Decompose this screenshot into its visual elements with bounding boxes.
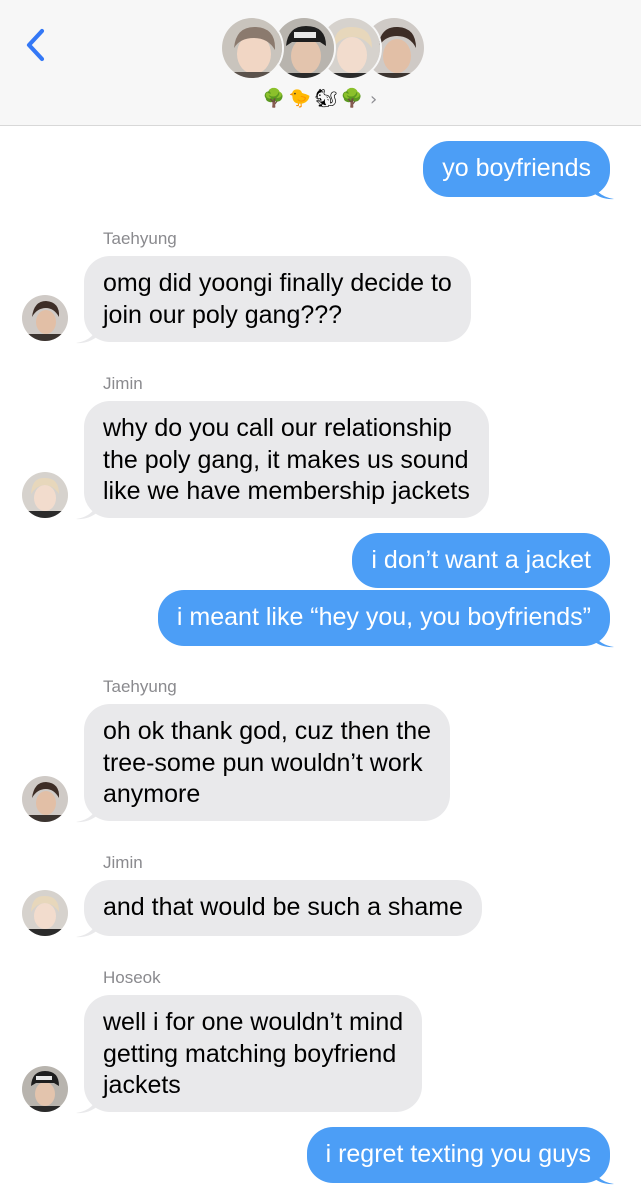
incoming-message[interactable]: omg did yoongi finally decide to join ou… [84,256,471,342]
message-text: i meant like “hey you, you boyfriends” [176,603,591,631]
message-text: yo boyfriends [442,154,591,182]
squirrel-emoji: 🐿 [314,88,338,109]
sender-name: Jimin [103,374,143,393]
message-line: omg did yoongi finally decide to [103,269,452,297]
message-line: and that would be such a shame [103,893,463,921]
incoming-message[interactable]: oh ok thank god, cuz then the tree-some … [84,704,451,821]
bubble-tail [592,178,614,200]
message-line: oh ok thank god, cuz then the [103,717,432,745]
sender-avatar[interactable] [22,890,68,936]
outgoing-message[interactable]: i meant like “hey you, you boyfriends” [157,590,610,646]
incoming-message[interactable]: and that would be such a shame [84,880,482,936]
sender-avatar[interactable] [22,472,68,518]
message-line: tree-some pun wouldn’t work [103,748,423,777]
outgoing-message[interactable]: i don’t want a jacket [352,533,610,588]
sender-avatar[interactable] [22,1066,68,1112]
message-line: join our poly gang??? [103,300,343,329]
bubble-tail [76,916,98,938]
bubble-tail [76,1092,98,1114]
sender-name: Jimin [103,853,143,872]
bubble-tail [592,1163,614,1185]
message-line: like we have membership jackets [103,477,470,505]
sender-avatar[interactable] [22,295,68,341]
sender-avatar[interactable] [22,776,68,822]
conversation-header: 🌳 🐤 🐿 🌳 › [0,0,641,126]
tree-emoji-1: 🌳 [262,88,286,109]
bubble-tail [76,801,98,823]
message-line: getting matching boyfriend [103,1039,397,1068]
chevron-left-icon [26,28,45,62]
bubble-tail [76,498,98,520]
message-text: i regret texting you guys [325,1140,591,1168]
incoming-message[interactable]: well i for one wouldn’t mind getting mat… [84,995,423,1112]
sender-name: Hoseok [103,968,161,987]
back-button[interactable] [22,26,52,64]
message-text: i don’t want a jacket [371,546,591,574]
chevron-right-icon: › [370,88,378,110]
sender-name: Taehyung [103,677,177,696]
bubble-tail [592,626,614,648]
bubble-tail [76,322,98,344]
chick-emoji: 🐤 [288,88,312,109]
message-line: the poly gang, it makes us sound [103,445,469,474]
group-avatars[interactable] [220,16,426,82]
message-line: anymore [103,780,201,808]
group-name-button[interactable]: 🌳 🐤 🐿 🌳 › [262,86,377,112]
outgoing-message[interactable]: yo boyfriends [423,141,610,197]
incoming-message[interactable]: why do you call our relationship the pol… [84,401,489,518]
message-line: jackets [103,1071,181,1099]
message-line: why do you call our relationship [103,414,452,442]
outgoing-message[interactable]: i regret texting you guys [306,1127,610,1183]
message-line: well i for one wouldn’t mind [103,1008,404,1036]
sender-name: Taehyung [103,229,177,248]
group-avatar-1 [220,16,284,80]
tree-emoji-2: 🌳 [340,88,364,109]
